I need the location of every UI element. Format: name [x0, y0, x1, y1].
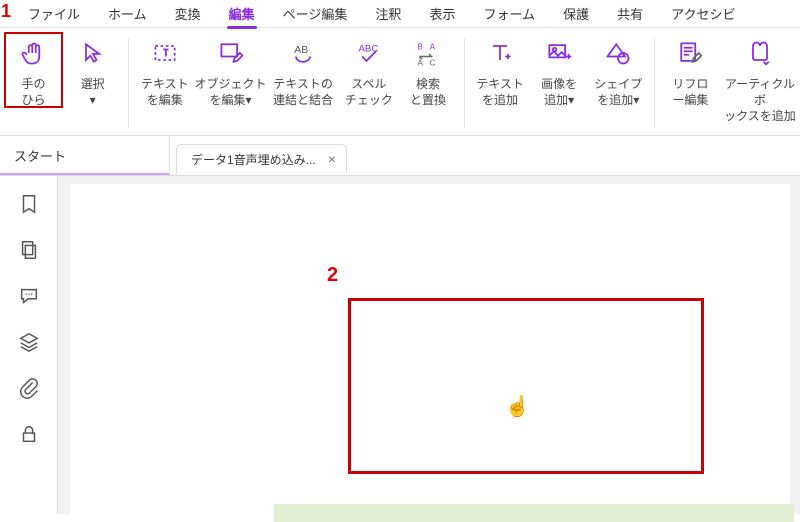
edit-object-label: オブジェクト を編集▾ — [195, 76, 267, 108]
menu-form[interactable]: フォーム — [469, 0, 549, 28]
text-cursor-icon — [150, 38, 180, 68]
svg-text:C: C — [430, 58, 436, 67]
document-page[interactable]: ☝ — [70, 184, 790, 514]
green-bar — [274, 504, 794, 522]
article-box-icon — [745, 38, 775, 68]
spellcheck-label: スペル チェック — [345, 76, 393, 108]
select-tool-label: 選択 ▾ — [81, 76, 105, 108]
find-replace-icon: B A A C — [413, 38, 443, 68]
menu-accessibility[interactable]: アクセシビ — [657, 0, 749, 28]
edit-text-label: テキスト を編集 — [141, 76, 189, 108]
edit-object-button[interactable]: オブジェクト を編集▾ — [194, 32, 266, 108]
link-join-button[interactable]: AB テキストの 連結と結合 — [267, 32, 339, 108]
link-join-icon: AB — [288, 38, 318, 68]
work-area: ☝ — [0, 176, 800, 514]
layers-panel-button[interactable] — [17, 330, 41, 354]
reflow-icon — [675, 38, 705, 68]
edit-object-icon — [216, 38, 246, 68]
menu-share[interactable]: 共有 — [603, 0, 657, 28]
menu-home[interactable]: ホーム — [94, 0, 161, 28]
annotation-1: 1 — [1, 1, 11, 22]
svg-text:A: A — [417, 58, 423, 67]
comments-panel-button[interactable] — [17, 284, 41, 308]
reflow-edit-button[interactable]: リフロ ー編集 — [661, 32, 720, 108]
find-replace-label: 検索 と置換 — [410, 76, 446, 108]
bookmark-panel-button[interactable] — [17, 192, 41, 216]
tabs-row: スタート データ1音声埋め込み... × — [0, 136, 800, 176]
hand-tool-button[interactable]: 手の ひら — [4, 32, 63, 108]
pages-panel-button[interactable] — [17, 238, 41, 262]
reflow-label: リフロ ー編集 — [672, 76, 708, 108]
menu-page-edit[interactable]: ページ編集 — [269, 0, 362, 28]
menu-bar: ファイル ホーム 変換 編集 ページ編集 注釈 表示 フォーム 保護 共有 アク… — [0, 0, 800, 28]
close-tab-button[interactable]: × — [324, 151, 340, 167]
add-text-button[interactable]: テキスト を追加 — [470, 32, 529, 108]
add-text-label: テキスト を追加 — [476, 76, 524, 108]
cursor-icon — [78, 38, 108, 68]
menu-file[interactable]: ファイル — [14, 0, 94, 28]
menu-convert[interactable]: 変換 — [161, 0, 215, 28]
add-image-button[interactable]: 画像を 追加▾ — [530, 32, 589, 108]
menu-protect[interactable]: 保護 — [549, 0, 603, 28]
document-canvas[interactable]: ☝ — [58, 176, 800, 514]
svg-text:A: A — [430, 43, 436, 52]
left-sidebar — [0, 176, 58, 514]
hand-cursor-icon: ☝ — [505, 394, 530, 419]
svg-text:AB: AB — [294, 44, 308, 56]
highlighted-region — [348, 298, 704, 474]
attachments-panel-button[interactable] — [17, 376, 41, 400]
article-box-button[interactable]: アーティクルボ ックスを追加 — [720, 32, 800, 125]
add-shape-button[interactable]: シェイプ を追加▾ — [589, 32, 648, 108]
add-image-icon — [544, 38, 574, 68]
menu-view[interactable]: 表示 — [415, 0, 469, 28]
security-panel-button[interactable] — [17, 422, 41, 446]
svg-text:B: B — [417, 43, 422, 52]
spellcheck-icon: ABC — [354, 38, 384, 68]
link-join-label: テキストの 連結と結合 — [273, 76, 333, 108]
select-tool-button[interactable]: 選択 ▾ — [63, 32, 122, 108]
separator — [654, 38, 655, 128]
menu-annotate[interactable]: 注釈 — [361, 0, 415, 28]
article-box-label: アーティクルボ ックスを追加 — [720, 76, 800, 125]
edit-text-button[interactable]: テキスト を編集 — [135, 32, 194, 108]
add-text-icon — [485, 38, 515, 68]
hand-tool-label: 手の ひら — [22, 76, 46, 108]
document-tab-label: データ1音声埋め込み... — [191, 151, 316, 168]
document-tab[interactable]: データ1音声埋め込み... × — [176, 144, 347, 174]
ribbon-toolbar: 手の ひら 選択 ▾ テキスト を編集 オブジェクト を編集▾ — [0, 28, 800, 136]
separator — [464, 38, 465, 128]
start-tab[interactable]: スタート — [0, 136, 170, 175]
separator — [128, 38, 129, 128]
annotation-2: 2 — [327, 264, 338, 287]
add-shape-label: シェイプ を追加▾ — [594, 76, 642, 108]
spellcheck-button[interactable]: ABC スペル チェック — [339, 32, 398, 108]
add-shape-icon — [603, 38, 633, 68]
find-replace-button[interactable]: B A A C 検索 と置換 — [398, 32, 457, 108]
menu-edit[interactable]: 編集 — [215, 0, 269, 28]
add-image-label: 画像を 追加▾ — [541, 76, 577, 108]
hand-icon — [19, 38, 49, 68]
